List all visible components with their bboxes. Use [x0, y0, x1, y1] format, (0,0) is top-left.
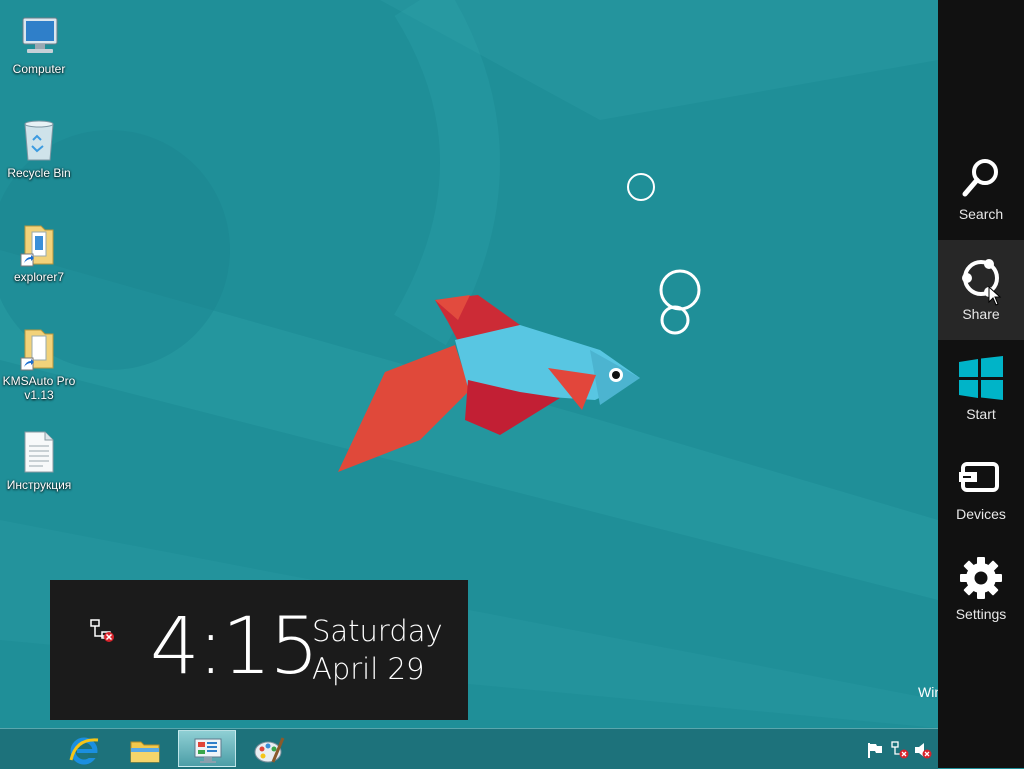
gear-icon [960, 557, 1002, 599]
desktop-icon-label: KMSAuto Pro v1.13 [2, 374, 76, 402]
control-panel-icon [194, 738, 222, 763]
charm-label: Settings [955, 606, 1007, 622]
paint-icon [254, 737, 285, 763]
taskbar-control-panel[interactable] [178, 730, 236, 767]
folder-shortcut-icon [20, 329, 54, 371]
desktop-icon-label: Computer [12, 62, 66, 76]
charm-settings[interactable]: Settings [938, 540, 1024, 640]
desktop-icon-label: Recycle Bin [7, 166, 71, 180]
charm-devices[interactable]: Devices [938, 440, 1024, 540]
windows-watermark: Windows [918, 684, 938, 700]
file-explorer-icon [130, 741, 160, 763]
clock-day: Saturday [312, 614, 443, 648]
search-icon [962, 159, 998, 197]
desktop-icon-instruktsiya[interactable]: Инструкция [0, 422, 78, 492]
taskbar-internet-explorer[interactable] [55, 730, 113, 767]
desktop-icon-recycle-bin[interactable]: Recycle Bin [0, 110, 78, 180]
action-center-flag-icon[interactable] [866, 741, 884, 759]
charm-start[interactable]: Start [938, 340, 1024, 440]
desktop-icon-computer[interactable]: Computer [0, 6, 78, 76]
folder-shortcut-icon [20, 225, 54, 267]
windows-logo-icon [959, 356, 1003, 400]
clock-date: April 29 [312, 652, 425, 686]
mouse-cursor-icon [988, 286, 1002, 306]
charm-search[interactable]: Search [938, 140, 1024, 240]
desktop-icon-kmsauto[interactable]: KMSAuto Pro v1.13 [0, 318, 78, 402]
text-document-icon [24, 431, 54, 473]
devices-icon [959, 462, 999, 492]
clock-time: 4:15 [150, 602, 319, 692]
network-disconnected-icon[interactable] [891, 741, 909, 759]
charm-label: Devices [956, 506, 1006, 522]
charm-label: Search [958, 206, 1004, 222]
charms-bar: Search Share Start Devices Settings [938, 0, 1024, 768]
volume-muted-icon[interactable] [914, 741, 932, 759]
desktop-icon-explorer7[interactable]: explorer7 [0, 214, 78, 284]
taskbar-file-explorer[interactable] [116, 730, 174, 767]
taskbar [0, 728, 938, 769]
taskbar-paint[interactable] [240, 730, 298, 767]
internet-explorer-icon [69, 737, 99, 765]
charm-label: Share [962, 306, 1000, 322]
desktop-icon-label: Инструкция [6, 478, 72, 492]
charm-label: Start [966, 406, 996, 422]
desktop-icon-label: explorer7 [13, 270, 65, 284]
recycle-bin-icon [24, 120, 54, 161]
clock-panel: 4:15 Saturday April 29 [50, 580, 468, 720]
computer-icon [22, 17, 58, 53]
network-disconnected-icon [90, 619, 114, 642]
charm-share[interactable]: Share [938, 240, 1024, 340]
